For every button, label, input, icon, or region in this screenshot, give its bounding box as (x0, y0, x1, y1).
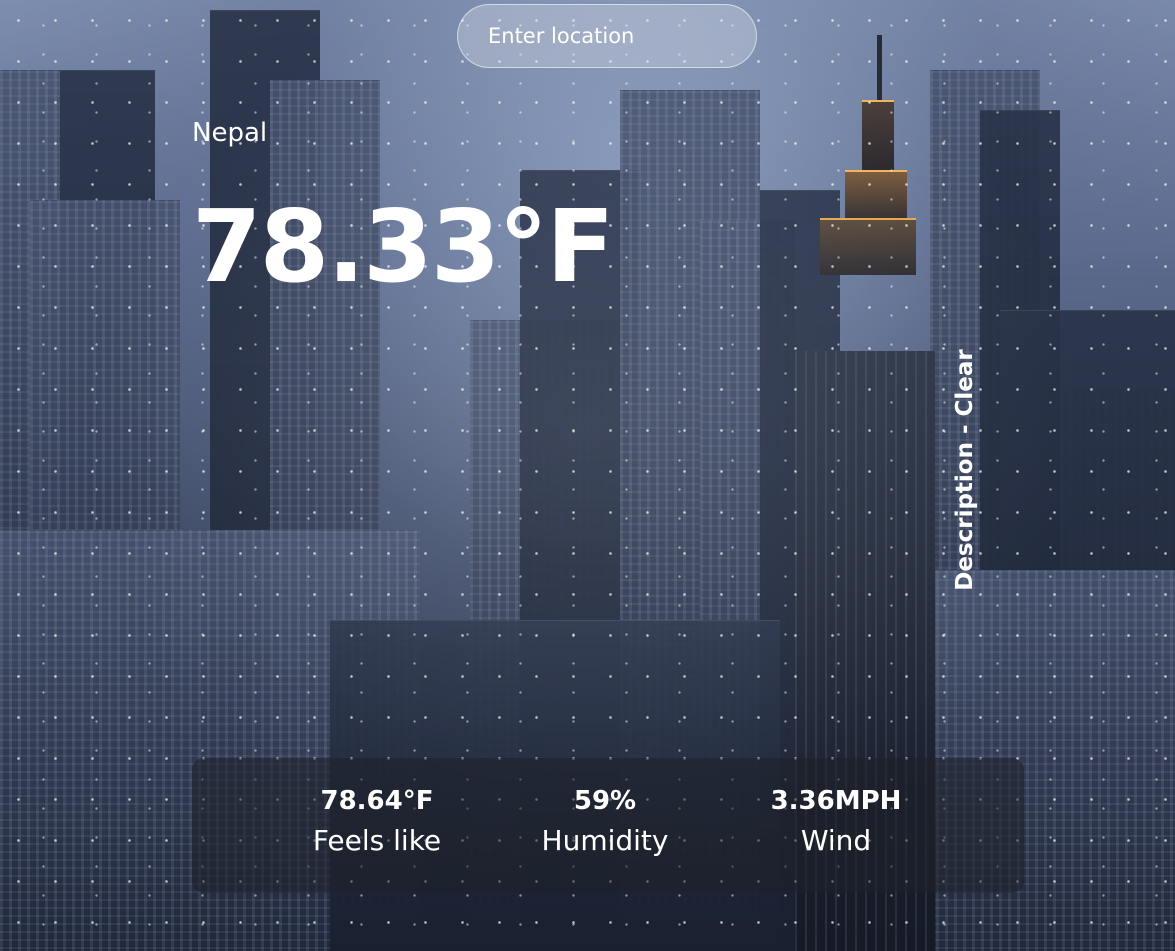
weather-stats-panel: 78.64°F Feels like 59% Humidity 3.36MPH … (192, 758, 1024, 893)
current-temperature: 78.33°F (192, 188, 615, 305)
feels-like-label: Feels like (312, 824, 442, 857)
humidity-label: Humidity (541, 824, 669, 857)
wind-value: 3.36MPH (770, 786, 902, 816)
weather-description: Description - Clear (952, 349, 978, 591)
wind-stat: 3.36MPH Wind (726, 786, 946, 857)
feels-like-value: 78.64°F (320, 786, 434, 816)
humidity-value: 59% (573, 786, 637, 816)
location-search-input[interactable] (457, 4, 757, 68)
wind-label: Wind (800, 824, 872, 857)
humidity-stat: 59% Humidity (495, 786, 715, 857)
feels-like-stat: 78.64°F Feels like (267, 786, 487, 857)
location-name: Nepal (192, 118, 268, 148)
